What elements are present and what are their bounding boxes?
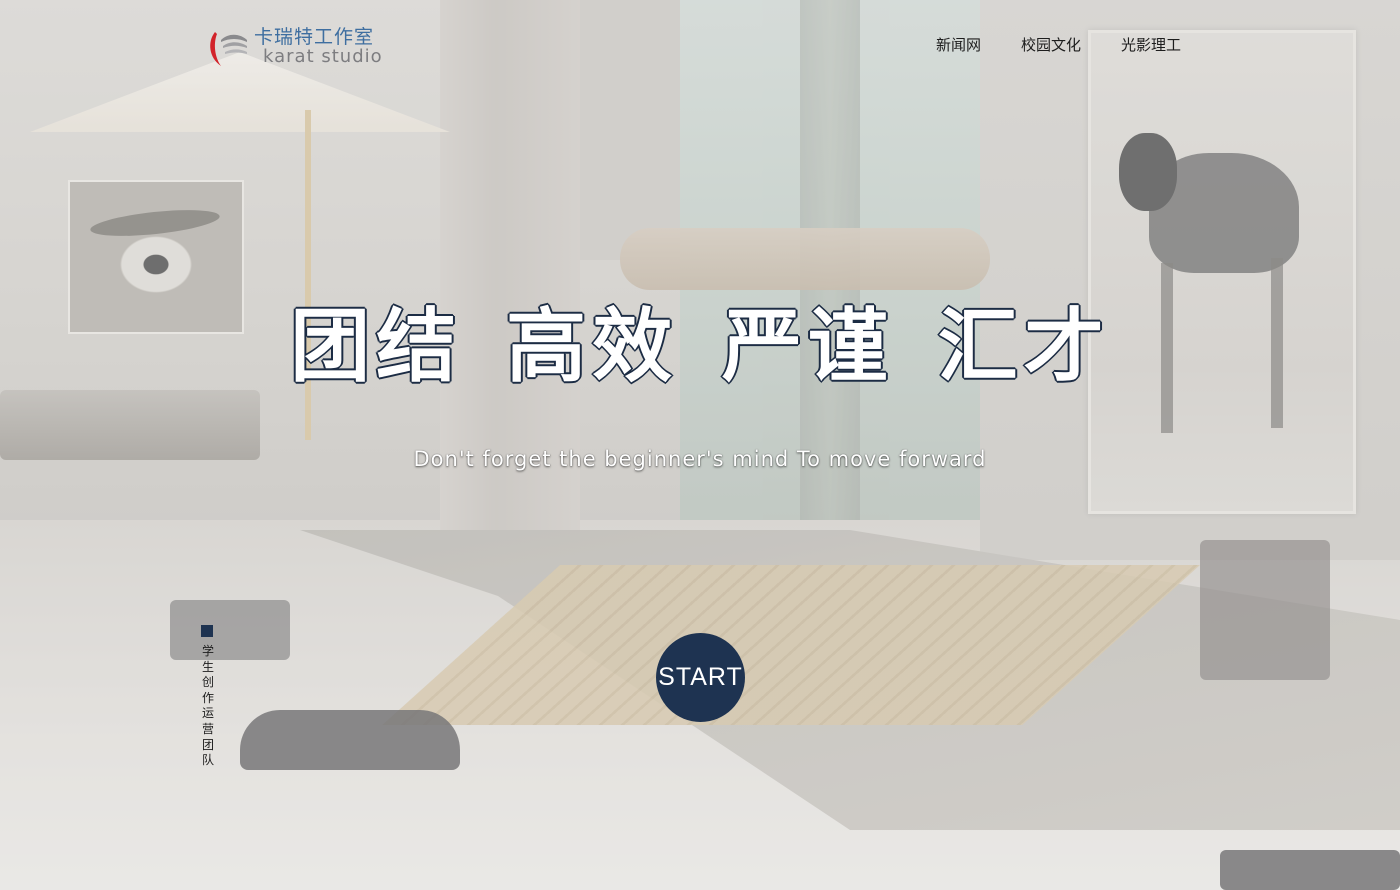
logo-swoosh-icon [210, 32, 247, 66]
site-logo[interactable]: 卡瑞特工作室 karat studio [207, 22, 397, 72]
nav-item-news[interactable]: 新闻网 [936, 34, 981, 55]
logo-text-en: karat studio [263, 46, 383, 67]
side-vertical-label: 学生创作运营团队 [201, 644, 214, 768]
start-button[interactable]: START [656, 633, 745, 722]
side-label-square-icon [201, 625, 213, 637]
nav-item-campus-culture[interactable]: 校园文化 [1021, 34, 1081, 55]
hero-headline: 团结 高效 严谨 汇才 [290, 299, 1110, 393]
nav-item-light-and-shadow[interactable]: 光影理工 [1121, 34, 1181, 55]
logo-text-cn: 卡瑞特工作室 [254, 26, 375, 48]
hero-tagline: Don't forget the beginner's mind To move… [413, 447, 987, 471]
main-nav: 新闻网 校园文化 光影理工 [936, 34, 1181, 55]
